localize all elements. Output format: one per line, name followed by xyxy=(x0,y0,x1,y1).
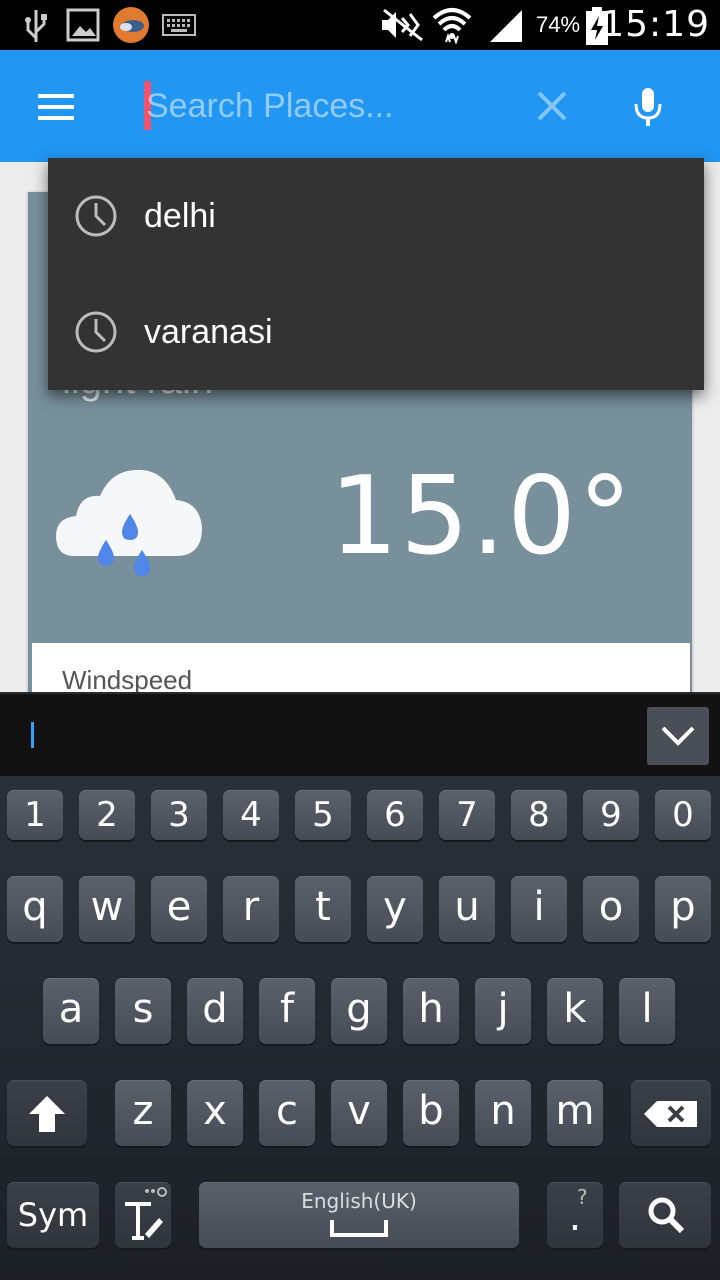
key-2[interactable]: 2 xyxy=(79,790,135,840)
rain-cloud-icon xyxy=(56,469,202,576)
key-t[interactable]: t xyxy=(295,876,351,942)
search-input[interactable] xyxy=(146,78,506,134)
key-3[interactable]: 3 xyxy=(151,790,207,840)
space-key[interactable]: English(UK) xyxy=(199,1182,519,1248)
space-bar-icon xyxy=(330,1220,388,1237)
key-z[interactable]: z xyxy=(115,1080,171,1146)
key-4[interactable]: 4 xyxy=(223,790,279,840)
image-icon xyxy=(66,8,100,42)
period-label: . xyxy=(568,1194,582,1240)
key-8[interactable]: 8 xyxy=(511,790,567,840)
battery-percent: 74% xyxy=(536,12,581,37)
key-i[interactable]: i xyxy=(511,876,567,942)
menu-icon[interactable] xyxy=(36,92,76,122)
key-q[interactable]: q xyxy=(7,876,63,942)
suggestion-label: delhi xyxy=(144,197,216,235)
key-1[interactable]: 1 xyxy=(7,790,63,840)
backspace-icon xyxy=(644,1101,697,1127)
search-suggestions: delhi varanasi xyxy=(48,158,704,390)
key-o[interactable]: o xyxy=(583,876,639,942)
clear-icon[interactable] xyxy=(536,90,568,122)
search-icon xyxy=(648,1197,685,1234)
backspace-key[interactable] xyxy=(631,1080,711,1146)
history-clock-icon xyxy=(75,195,117,237)
key-j[interactable]: j xyxy=(475,978,531,1044)
suggestion-label: varanasi xyxy=(144,313,273,351)
status-bar: 74% 15:19 xyxy=(0,0,720,50)
key-x[interactable]: x xyxy=(187,1080,243,1146)
keyboard: 1 2 3 4 5 6 7 8 9 0 q w e r t y u i o p … xyxy=(0,776,720,1280)
shift-arrow-icon xyxy=(29,1096,65,1132)
shift-key[interactable] xyxy=(7,1080,87,1146)
key-9[interactable]: 9 xyxy=(583,790,639,840)
key-0[interactable]: 0 xyxy=(655,790,711,840)
key-f[interactable]: f xyxy=(259,978,315,1044)
hide-keyboard-button[interactable] xyxy=(647,707,709,765)
signal-icon xyxy=(490,10,522,42)
key-a[interactable]: a xyxy=(43,978,99,1044)
search-key[interactable] xyxy=(619,1182,711,1248)
period-key[interactable]: ? . xyxy=(547,1182,603,1248)
key-h[interactable]: h xyxy=(403,978,459,1044)
history-clock-icon xyxy=(75,311,117,353)
mic-icon[interactable] xyxy=(632,86,664,128)
suggestion-item-delhi[interactable]: delhi xyxy=(48,158,704,274)
weather-app-icon xyxy=(113,7,149,43)
key-e[interactable]: e xyxy=(151,876,207,942)
key-m[interactable]: m xyxy=(547,1080,603,1146)
key-l[interactable]: l xyxy=(619,978,675,1044)
mute-icon xyxy=(382,8,423,42)
text-settings-key[interactable] xyxy=(115,1182,171,1248)
key-n[interactable]: n xyxy=(475,1080,531,1146)
key-k[interactable]: k xyxy=(547,978,603,1044)
key-d[interactable]: d xyxy=(187,978,243,1044)
key-y[interactable]: y xyxy=(367,876,423,942)
key-c[interactable]: c xyxy=(259,1080,315,1146)
key-u[interactable]: u xyxy=(439,876,495,942)
suggestion-item-varanasi[interactable]: varanasi xyxy=(48,274,704,390)
key-b[interactable]: b xyxy=(403,1080,459,1146)
sym-key[interactable]: Sym xyxy=(7,1182,99,1248)
key-6[interactable]: 6 xyxy=(367,790,423,840)
key-p[interactable]: p xyxy=(655,876,711,942)
space-language-label: English(UK) xyxy=(301,1189,417,1213)
status-time: 15:19 xyxy=(601,4,710,45)
keyboard-input-field[interactable] xyxy=(0,692,720,776)
app-bar xyxy=(0,50,720,162)
temperature: 15.0° xyxy=(329,454,634,579)
chevron-down-icon xyxy=(661,726,695,746)
key-r[interactable]: r xyxy=(223,876,279,942)
key-g[interactable]: g xyxy=(331,978,387,1044)
key-s[interactable]: s xyxy=(115,978,171,1044)
usb-icon xyxy=(25,10,47,42)
wifi-icon xyxy=(432,8,472,44)
key-5[interactable]: 5 xyxy=(295,790,351,840)
text-settings-icon xyxy=(125,1187,167,1240)
key-7[interactable]: 7 xyxy=(439,790,495,840)
key-v[interactable]: v xyxy=(331,1080,387,1146)
input-cursor xyxy=(31,722,34,748)
key-w[interactable]: w xyxy=(79,876,135,942)
keyboard-icon xyxy=(162,14,196,36)
